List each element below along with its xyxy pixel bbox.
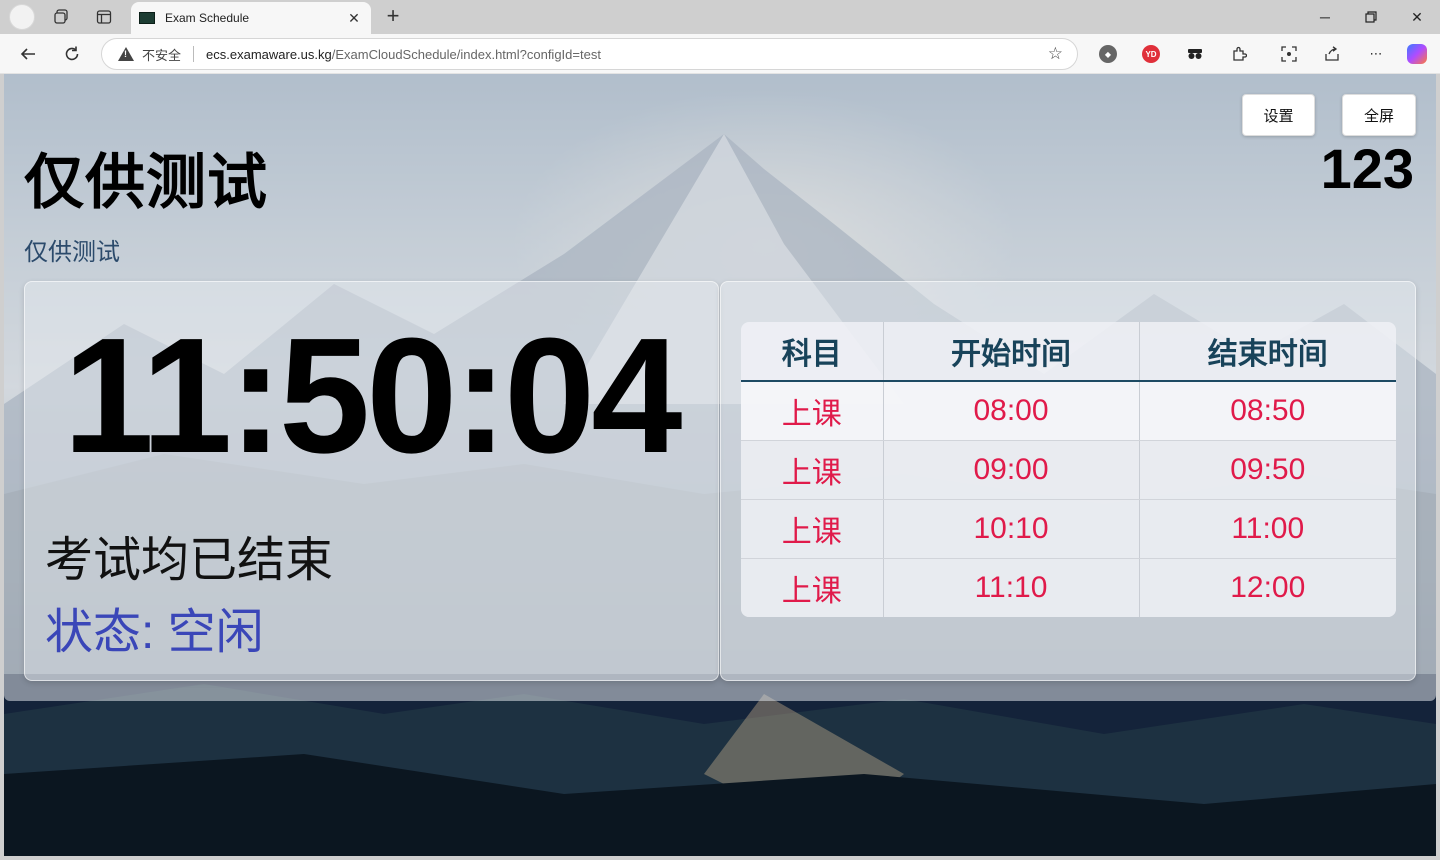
cell-start: 09:00 — [883, 440, 1140, 500]
room-number: 123 — [1320, 137, 1414, 200]
cell-start: 11:10 — [883, 558, 1140, 617]
close-window-icon[interactable]: ✕ — [1394, 3, 1440, 31]
divider — [193, 46, 195, 62]
current-time: 11:50:04 — [63, 304, 682, 487]
table-row: 上课 08:00 08:50 — [741, 381, 1396, 441]
share-icon[interactable] — [1320, 42, 1344, 66]
favorite-star-icon[interactable]: ☆ — [1048, 44, 1063, 64]
tab-title: Exam Schedule — [165, 11, 250, 25]
cell-subject: 上课 — [741, 558, 884, 617]
cell-end: 08:50 — [1139, 381, 1396, 441]
refresh-icon[interactable] — [57, 40, 87, 68]
tab-strip: Exam Schedule ✕ + ─ ✕ — [0, 0, 1440, 34]
new-tab-button[interactable]: + — [380, 4, 406, 30]
address-toolbar: 不安全 ecs.examaware.us.kg /ExamCloudSchedu… — [0, 34, 1440, 74]
warning-icon[interactable] — [118, 47, 134, 61]
header-end-time: 结束时间 — [1139, 322, 1396, 382]
vertical-tabs-icon[interactable] — [90, 4, 118, 30]
table-row: 上课 10:10 11:00 — [741, 499, 1396, 559]
content-overlay: 仅供测试 仅供测试 设置 全屏 123 11:50:04 考试均已结束 状态: … — [4, 74, 1436, 701]
url-host[interactable]: ecs.examaware.us.kg — [206, 47, 332, 62]
more-menu-icon[interactable]: ⋯ — [1364, 42, 1388, 66]
cell-start: 08:00 — [883, 381, 1140, 441]
table-row: 上课 09:00 09:50 — [741, 440, 1396, 500]
workspaces-icon[interactable] — [48, 4, 76, 30]
status-text: 状态: 空闲 — [45, 606, 264, 659]
extension-yd-icon[interactable]: YD — [1139, 42, 1163, 66]
profile-avatar[interactable] — [9, 4, 35, 30]
schedule-table: 科目 开始时间 结束时间 上课 08:00 08:50 上课 09:00 09:… — [741, 322, 1396, 617]
schedule-panel: 科目 开始时间 结束时间 上课 08:00 08:50 上课 09:00 09:… — [720, 281, 1416, 681]
header-subject: 科目 — [741, 322, 884, 382]
cell-end: 11:00 — [1139, 499, 1396, 559]
tab-exam-schedule[interactable]: Exam Schedule ✕ — [131, 2, 371, 34]
close-tab-icon[interactable]: ✕ — [343, 10, 365, 27]
cell-subject: 上课 — [741, 381, 884, 441]
url-path[interactable]: /ExamCloudSchedule/index.html?configId=t… — [332, 47, 601, 62]
cell-end: 12:00 — [1139, 558, 1396, 617]
insecure-label[interactable]: 不安全 — [142, 45, 181, 64]
back-arrow-icon[interactable] — [13, 40, 43, 68]
settings-button[interactable]: 设置 — [1242, 94, 1315, 136]
cell-subject: 上课 — [741, 499, 884, 559]
fullscreen-button[interactable]: 全屏 — [1342, 94, 1416, 136]
header-start-time: 开始时间 — [883, 322, 1140, 382]
table-header-row: 科目 开始时间 结束时间 — [741, 322, 1396, 382]
page-subtitle: 仅供测试 — [24, 239, 120, 266]
copilot-icon[interactable] — [1405, 42, 1429, 66]
table-row: 上课 11:10 12:00 — [741, 558, 1396, 617]
minimize-icon[interactable]: ─ — [1302, 3, 1348, 31]
extensions-puzzle-icon[interactable] — [1227, 42, 1251, 66]
cell-end: 09:50 — [1139, 440, 1396, 500]
clock-panel: 11:50:04 考试均已结束 状态: 空闲 — [24, 281, 719, 681]
extension-gray-icon[interactable]: ◆ — [1096, 42, 1120, 66]
exam-message: 考试均已结束 — [45, 534, 334, 587]
url-bar[interactable]: 不安全 ecs.examaware.us.kg /ExamCloudSchedu… — [101, 38, 1078, 70]
page-viewport: 仅供测试 仅供测试 设置 全屏 123 11:50:04 考试均已结束 状态: … — [4, 74, 1436, 856]
extension-glasses-icon[interactable] — [1183, 42, 1207, 66]
cell-start: 10:10 — [883, 499, 1140, 559]
cell-subject: 上课 — [741, 440, 884, 500]
screenshot-icon[interactable] — [1277, 42, 1301, 66]
page-title: 仅供测试 — [24, 149, 268, 216]
site-favicon-icon — [139, 12, 155, 24]
restore-icon[interactable] — [1348, 3, 1394, 31]
